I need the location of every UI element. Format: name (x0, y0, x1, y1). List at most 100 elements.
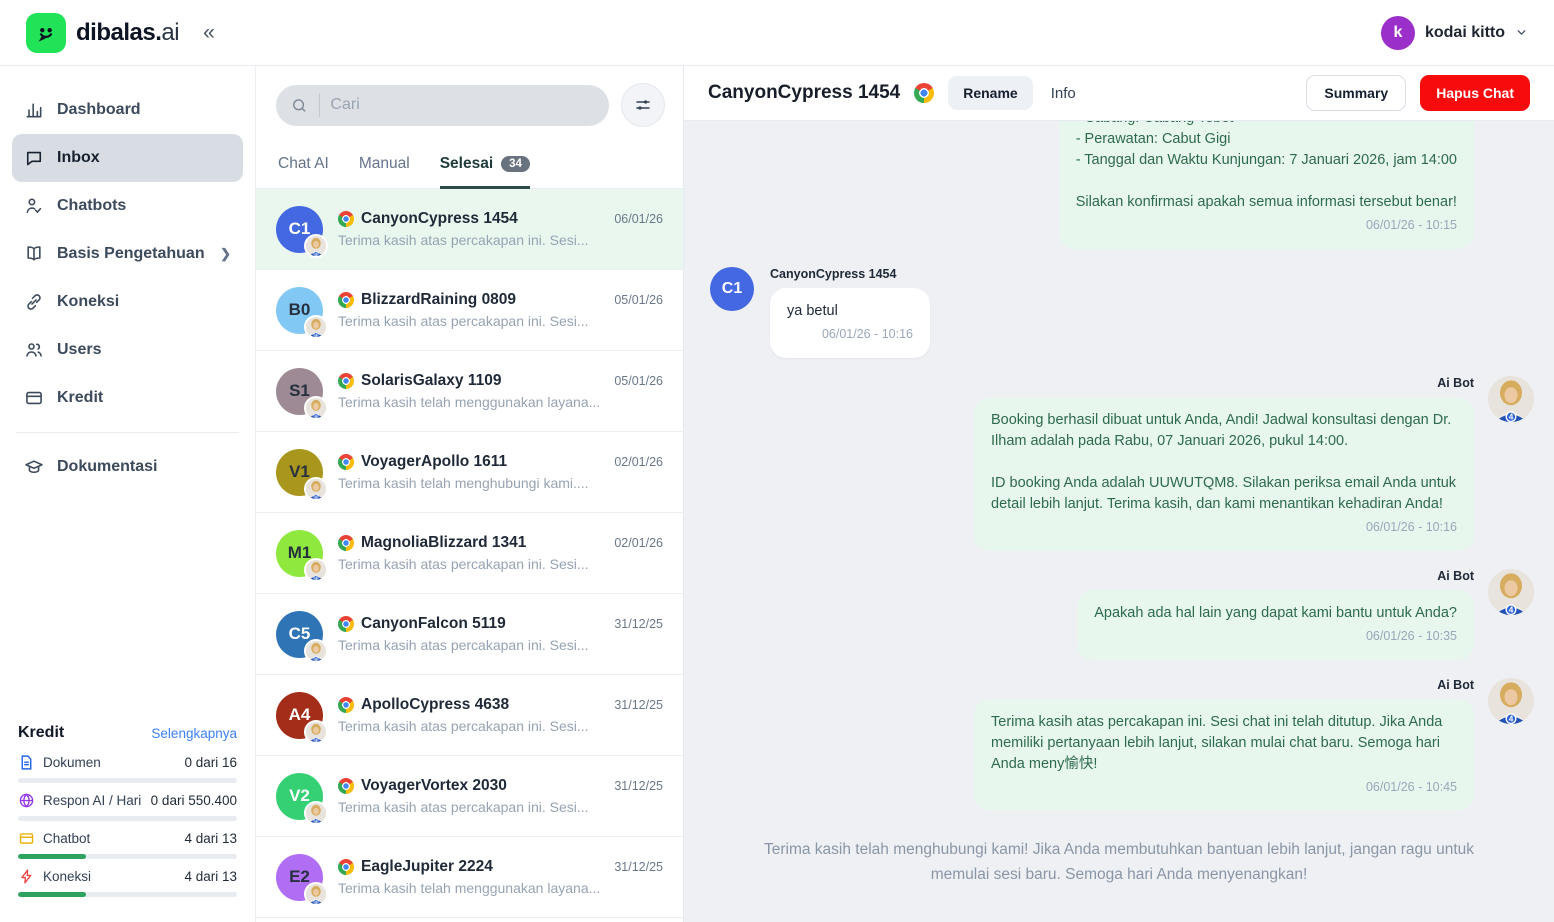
chrome-icon (338, 373, 354, 389)
chat-name: CanyonFalcon 5119 (361, 615, 506, 633)
chat-list-panel: Chat AIManualSelesai34 C14CanyonCypress … (256, 66, 684, 922)
message-bubble: Booking berhasil dibuat untuk Anda, Andi… (974, 397, 1474, 551)
filter-button[interactable] (621, 83, 665, 127)
message-line: - Perawatan: Cabut Gigi (1076, 129, 1457, 150)
sidebar-item-dashboard[interactable]: Dashboard (12, 86, 243, 134)
brand: dibalas.ai « (26, 13, 215, 53)
credit-card-icon (24, 388, 44, 408)
chrome-icon (914, 83, 934, 103)
message-line: Silakan konfirmasi apakah semua informas… (1076, 192, 1457, 213)
sidebar-item-label: Koneksi (57, 293, 119, 311)
chat-preview: Terima kasih telah menggunakan layana... (338, 394, 663, 410)
sidebar-item-dokumentasi[interactable]: Dokumentasi (12, 443, 243, 491)
chat-list-item[interactable]: V14VoyagerApollo 161102/01/26Terima kasi… (256, 432, 683, 513)
agent-avatar-badge: 4 (304, 639, 328, 663)
svg-text:4: 4 (315, 576, 317, 580)
sidebar-item-label: Users (57, 341, 101, 359)
delete-chat-button[interactable]: Hapus Chat (1420, 75, 1530, 111)
agent-avatar-badge: 4 (304, 801, 328, 825)
conversation-header: CanyonCypress 1454 Rename Info Summary H… (684, 66, 1554, 121)
sidebar-item-kredit[interactable]: Kredit (12, 374, 243, 422)
sender-label: Ai Bot (1437, 678, 1474, 692)
chat-list-item[interactable]: A44ApolloCypress 463831/12/25Terima kasi… (256, 675, 683, 756)
svg-text:4: 4 (315, 657, 317, 661)
sender-label: CanyonCypress 1454 (770, 267, 896, 281)
sidebar-collapse-button[interactable]: « (203, 21, 215, 45)
top-bar: dibalas.ai « k kodai kitto (0, 0, 1554, 66)
chat-list-item[interactable]: B04BlizzardRaining 080905/01/26Terima ka… (256, 270, 683, 351)
chevron-down-icon (1515, 26, 1528, 39)
credits-panel: Kredit Selengkapnya Dokumen0 dari 16Resp… (12, 718, 243, 906)
agent-avatar-badge: 4 (304, 720, 328, 744)
tab-manual[interactable]: Manual (359, 155, 410, 189)
credit-progress (18, 892, 237, 897)
chat-date: 05/01/26 (606, 293, 663, 307)
chat-bubble-icon (24, 148, 44, 168)
sidebar-item-basis-pengetahuan[interactable]: Basis Pengetahuan❯ (12, 230, 243, 278)
rename-button[interactable]: Rename (948, 76, 1032, 110)
chat-list-item[interactable]: M14MagnoliaBlizzard 134102/01/26Terima k… (256, 513, 683, 594)
users-icon (24, 340, 44, 360)
svg-text:4: 4 (315, 414, 317, 418)
message-line: - Tanggal dan Waktu Kunjungan: 7 Januari… (1076, 150, 1457, 171)
chat-name: VoyagerVortex 2030 (361, 777, 507, 795)
bolt-icon (18, 868, 35, 885)
credit-progress (18, 854, 237, 859)
sidebar-item-koneksi[interactable]: Koneksi (12, 278, 243, 326)
search-input[interactable] (330, 96, 594, 114)
sidebar-item-label: Dashboard (57, 101, 141, 119)
bot-avatar: 4 (1488, 678, 1534, 724)
bot-avatar: 4 (1488, 569, 1534, 615)
agent-avatar-badge: 4 (304, 396, 328, 420)
svg-text:4: 4 (315, 738, 317, 742)
chat-list-item[interactable]: S14SolarisGalaxy 110905/01/26Terima kasi… (256, 351, 683, 432)
chrome-icon (338, 454, 354, 470)
chat-name: CanyonCypress 1454 (361, 210, 518, 228)
svg-text:4: 4 (1509, 413, 1514, 422)
bot-message: - Cabang: Cabang Tebet- Perawatan: Cabut… (710, 121, 1534, 249)
svg-text:4: 4 (315, 333, 317, 337)
sidebar-item-label: Chatbots (57, 197, 126, 215)
chat-list-item[interactable]: C14CanyonCypress 145406/01/26Terima kasi… (256, 189, 683, 270)
tab-label: Manual (359, 155, 410, 173)
chrome-icon (338, 778, 354, 794)
dibalas-logo-icon (26, 13, 66, 53)
svg-text:4: 4 (315, 252, 317, 256)
summary-button[interactable]: Summary (1306, 75, 1406, 111)
chat-name: ApolloCypress 4638 (361, 696, 509, 714)
credit-value: 4 dari 13 (184, 869, 237, 884)
credit-progress (18, 778, 237, 783)
tab-count-badge: 34 (501, 156, 530, 172)
sidebar-item-chatbots[interactable]: Chatbots (12, 182, 243, 230)
sender-label: Ai Bot (1437, 569, 1474, 583)
sidebar-nav: Dashboard Inbox Chatbots Basis Pengetahuan❯… (12, 86, 243, 491)
chrome-icon (338, 211, 354, 227)
card-icon (18, 830, 35, 847)
sidebar-item-users[interactable]: Users (12, 326, 243, 374)
conversation-panel: CanyonCypress 1454 Rename Info Summary H… (684, 66, 1554, 922)
chat-preview: Terima kasih atas percakapan ini. Sesi..… (338, 232, 663, 248)
chat-list-item[interactable]: V24VoyagerVortex 203031/12/25Terima kasi… (256, 756, 683, 837)
globe-icon (18, 792, 35, 809)
message-timestamp: 06/01/26 - 10:16 (991, 517, 1457, 538)
tab-label: Selesai (440, 155, 493, 173)
tab-chat-ai[interactable]: Chat AI (278, 155, 329, 189)
user-menu[interactable]: k kodai kitto (1381, 16, 1528, 50)
brand-name: dibalas.ai (76, 19, 179, 47)
chat-list-item[interactable]: C54CanyonFalcon 511931/12/25Terima kasih… (256, 594, 683, 675)
chat-list-tabs: Chat AI Manual Selesai 34 (256, 141, 683, 189)
info-link[interactable]: Info (1051, 85, 1076, 102)
bot-message: Ai BotBooking berhasil dibuat untuk Anda… (710, 376, 1534, 551)
chat-list-item[interactable]: E24EagleJupiter 222431/12/25Terima kasih… (256, 837, 683, 918)
agent-avatar-badge: 4 (304, 477, 328, 501)
sidebar-item-label: Kredit (57, 389, 103, 407)
chat-name: MagnoliaBlizzard 1341 (361, 534, 526, 552)
sidebar-item-inbox[interactable]: Inbox (12, 134, 243, 182)
svg-text:4: 4 (315, 495, 317, 499)
credits-more-link[interactable]: Selengkapnya (151, 726, 237, 741)
chat-date: 02/01/26 (606, 536, 663, 550)
tab-selesai[interactable]: Selesai 34 (440, 155, 530, 189)
credit-label: Dokumen (43, 755, 101, 770)
message-list[interactable]: - Cabang: Cabang Tebet- Perawatan: Cabut… (684, 121, 1554, 818)
chat-name: BlizzardRaining 0809 (361, 291, 516, 309)
